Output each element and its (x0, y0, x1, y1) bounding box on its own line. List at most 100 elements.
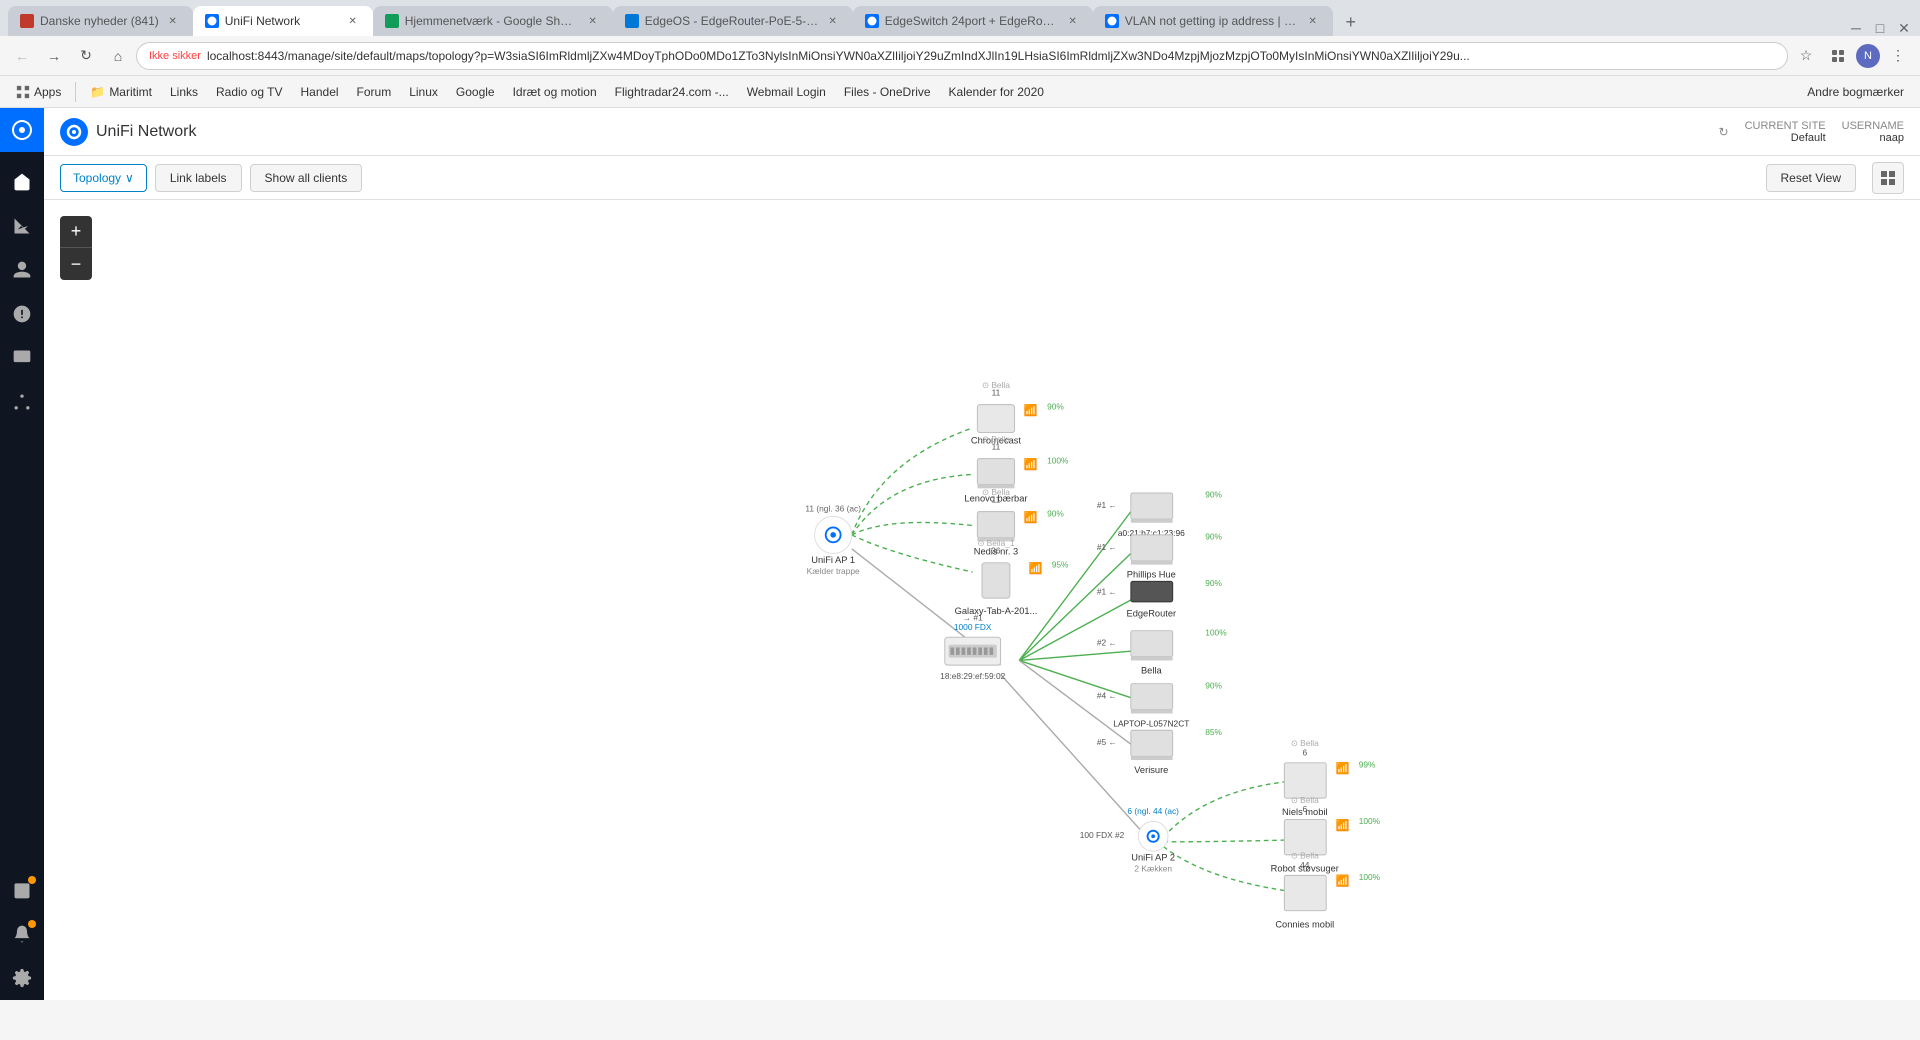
top-bar-right: ↻ CURRENT SITE Default USERNAME naap (1719, 120, 1905, 144)
sidebar-item-events[interactable] (0, 868, 44, 912)
node-unifi-ap1[interactable]: UniFi AP 1 Kælder trappe 11 (ngl. 36 (ac… (805, 504, 861, 576)
home-button[interactable]: ⌂ (104, 42, 132, 70)
galaxy-percent: 95% (1052, 559, 1069, 569)
current-site-display: CURRENT SITE Default (1745, 120, 1826, 144)
node-bella[interactable]: #2 ← 100% Bella (1097, 627, 1227, 675)
zoom-in-button[interactable]: + (60, 216, 92, 248)
node-edgerouter[interactable]: #1 ← 90% EdgeRouter (1097, 578, 1223, 619)
sidebar-logo[interactable] (0, 108, 44, 152)
bookmark-radio[interactable]: Radio og TV (208, 83, 291, 101)
tab-favicon-danske (20, 14, 34, 28)
edge-ap1-galaxy (852, 535, 973, 572)
bookmark-andre[interactable]: Andre bogmærker (1799, 83, 1912, 101)
tab-close-danske[interactable]: ✕ (165, 13, 181, 29)
node-lenovo-sublabel: ⊙ Bella (982, 434, 1010, 444)
tab-edgeswitch[interactable]: EdgeSwitch 24port + EdgeRoute... ✕ (853, 6, 1093, 36)
forward-button[interactable]: → (40, 42, 68, 70)
sidebar-item-statistics[interactable] (0, 204, 44, 248)
back-button[interactable]: ← (8, 42, 36, 70)
sidebar-item-alerts[interactable] (0, 292, 44, 336)
bookmark-forum[interactable]: Forum (349, 83, 400, 101)
link-labels-button[interactable]: Link labels (155, 164, 242, 192)
lenovo-percent: 100% (1047, 455, 1069, 465)
topology-label: Topology (73, 171, 121, 185)
bookmark-star[interactable]: ☆ (1792, 42, 1820, 70)
edge-ap1-nedis (852, 522, 973, 534)
tab-vlan[interactable]: VLAN not getting ip address | U... ✕ (1093, 6, 1333, 36)
tab-close-edgeos[interactable]: ✕ (825, 13, 841, 29)
close-button[interactable]: ✕ (1896, 20, 1912, 36)
bookmark-kalender[interactable]: Kalender for 2020 (941, 83, 1052, 101)
topology-dropdown[interactable]: Topology ∨ (60, 164, 147, 192)
tab-close-sheets[interactable]: ✕ (585, 13, 601, 29)
tab-title-edgeos: EdgeOS - EdgeRouter-PoE-5-Po... (645, 14, 819, 28)
tab-title-sheets: Hjemmenetværk - Google Sheets (405, 14, 579, 28)
sidebar-item-settings-top[interactable] (0, 380, 44, 424)
username-label: USERNAME (1842, 120, 1904, 132)
wifi-icon-galaxy: 📶 (1029, 561, 1043, 575)
toolbar: Topology ∨ Link labels Show all clients … (44, 156, 1920, 200)
grid-view-button[interactable] (1872, 162, 1904, 194)
address-bar[interactable]: Ikke sikker localhost:8443/manage/site/d… (136, 42, 1788, 70)
tab-close-vlan[interactable]: ✕ (1305, 13, 1321, 29)
sidebar-item-alerts-bottom[interactable] (0, 912, 44, 956)
node-verisure[interactable]: #5 ← 85% Verisure (1097, 727, 1223, 775)
tab-title-unifi: UniFi Network (225, 14, 339, 28)
wifi-icon-connies: 📶 (1335, 874, 1349, 888)
current-site-value[interactable]: Default (1791, 132, 1826, 144)
sidebar-item-devices[interactable] (0, 336, 44, 380)
node-edgerouter-port: #1 ← (1097, 586, 1117, 596)
topology-chevron-icon: ∨ (125, 171, 134, 185)
chromecast-percent: 90% (1047, 401, 1064, 411)
node-unifi-ap2[interactable]: 6 (ngl. 44 (ac) 100 FDX #2 UniFi AP 2 2 … (1080, 806, 1179, 874)
zoom-out-button[interactable]: − (60, 248, 92, 280)
avatar-button[interactable]: N (1856, 44, 1880, 68)
notification-badge-alerts (28, 920, 36, 928)
extensions-button[interactable] (1824, 42, 1852, 70)
tab-edgeos[interactable]: EdgeOS - EdgeRouter-PoE-5-Po... ✕ (613, 6, 853, 36)
node-niels[interactable]: ⊙ Bella 6 📶 99% Niels mobil (1282, 738, 1376, 817)
tab-sheets[interactable]: Hjemmenetværk - Google Sheets ✕ (373, 6, 613, 36)
minimize-button[interactable]: ─ (1848, 20, 1864, 36)
menu-button[interactable]: ⋮ (1884, 42, 1912, 70)
username-value[interactable]: naap (1880, 132, 1904, 144)
bookmark-links[interactable]: Links (162, 83, 206, 101)
topology-canvas: + − (44, 200, 1920, 1000)
new-tab-button[interactable]: + (1337, 8, 1365, 36)
bookmark-flightradar[interactable]: Flightradar24.com -... (607, 83, 737, 101)
node-connies-badge: 44 (1300, 860, 1310, 870)
sidebar-item-dashboard[interactable] (0, 160, 44, 204)
show-all-clients-button[interactable]: Show all clients (250, 164, 363, 192)
bookmark-webmail[interactable]: Webmail Login (739, 83, 834, 101)
verisure-percent: 85% (1205, 727, 1222, 737)
node-switch[interactable]: 1000 FDX → #1 18:e8:29:ef:59:02 (940, 612, 1005, 681)
refresh-button[interactable]: ↻ (1719, 125, 1729, 139)
bookmark-google[interactable]: Google (448, 83, 503, 101)
username-display: USERNAME naap (1842, 120, 1904, 144)
tab-unifi[interactable]: UniFi Network ✕ (193, 6, 373, 36)
tab-close-edgeswitch[interactable]: ✕ (1065, 13, 1081, 29)
bookmark-handel[interactable]: Handel (293, 83, 347, 101)
node-switch-mac: 18:e8:29:ef:59:02 (940, 671, 1005, 681)
bookmark-idraet[interactable]: Idræt og motion (505, 83, 605, 101)
sidebar-item-clients[interactable] (0, 248, 44, 292)
bookmark-separator (75, 82, 76, 102)
node-niels-badge: 6 (1302, 747, 1307, 757)
tab-danske[interactable]: Danske nyheder (841) ✕ (8, 6, 193, 36)
bookmark-linux[interactable]: Linux (401, 83, 446, 101)
bookmark-onedrive[interactable]: Files - OneDrive (836, 83, 939, 101)
bookmark-apps[interactable]: Apps (8, 83, 69, 101)
node-philips-port: #1 ← (1097, 542, 1117, 552)
bookmark-maritimt-label: 📁 (90, 85, 105, 99)
ubiquiti-logo-icon (10, 118, 34, 142)
node-laptop[interactable]: #4 ← 90% LAPTOP-L057N2CT (1097, 680, 1223, 728)
reset-view-button[interactable]: Reset View (1766, 164, 1856, 192)
bookmark-maritimt[interactable]: 📁 Maritimt (82, 83, 160, 101)
node-connies[interactable]: ⊙ Bella 44 📶 100% Connies mobil (1275, 851, 1380, 930)
sidebar-item-settings-bottom[interactable] (0, 956, 44, 1000)
tab-close-unifi[interactable]: ✕ (345, 13, 361, 29)
maximize-button[interactable]: □ (1872, 20, 1888, 36)
node-philips[interactable]: #1 ← 90% Phillips Hue (1097, 532, 1223, 580)
sidebar (0, 108, 44, 1000)
reload-button[interactable]: ↻ (72, 42, 100, 70)
